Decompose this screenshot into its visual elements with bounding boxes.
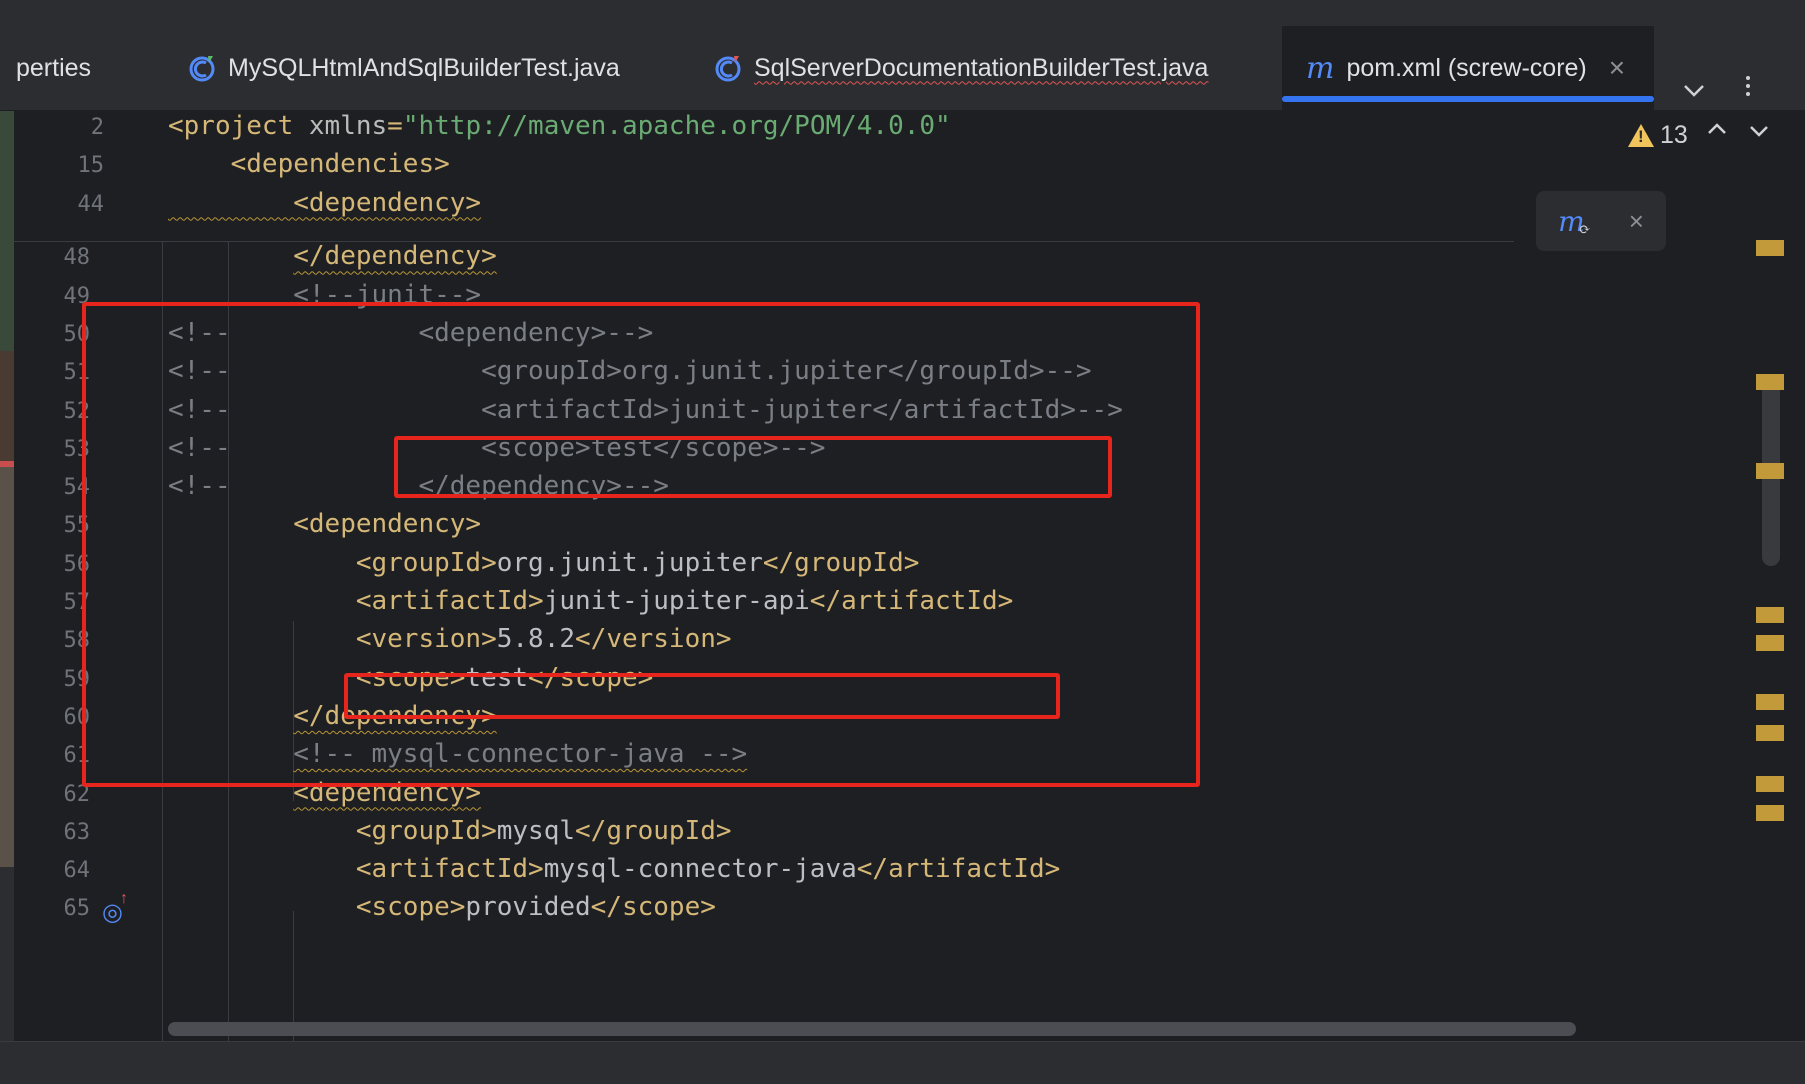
- line-number: 49: [63, 283, 91, 309]
- code-line[interactable]: <project xmlns="http://maven.apache.org/…: [168, 111, 951, 141]
- scroll-marker[interactable]: [1756, 725, 1784, 741]
- code-token: </artifactId>: [856, 854, 1061, 885]
- highlight-box-active-artifact: [344, 673, 1060, 719]
- scroll-marker[interactable]: [1756, 776, 1784, 792]
- code-line[interactable]: <groupId>mysql</groupId>: [168, 816, 732, 846]
- line-number: 64: [63, 858, 91, 884]
- code-line[interactable]: <dependency>: [168, 188, 481, 218]
- line-number: 51: [63, 360, 91, 386]
- code-line[interactable]: <dependencies>: [168, 149, 450, 179]
- previous-highlight-icon[interactable]: [1706, 119, 1728, 147]
- horizontal-scrollbar[interactable]: [168, 1022, 1576, 1036]
- code-token: mysql-connector-java: [543, 854, 857, 885]
- code-token: mysql: [496, 815, 576, 846]
- code-editor[interactable]: 47 <scope>provided</scope>48 </dependenc…: [0, 111, 1805, 1041]
- code-line[interactable]: <artifactId>mysql-connector-java</artifa…: [168, 854, 1060, 884]
- warning-icon: [1628, 124, 1654, 147]
- code-token: =: [387, 111, 403, 141]
- close-tab-icon[interactable]: ×: [1609, 52, 1625, 84]
- code-token: provided: [465, 892, 591, 923]
- maven-reload-popup: m ⟳ ×: [1536, 191, 1666, 251]
- java-test-class-icon: [186, 52, 218, 84]
- line-number: 2: [90, 115, 104, 140]
- sticky-lines-header: 2 <project xmlns="http://maven.apache.org…: [14, 111, 1754, 241]
- close-icon[interactable]: ×: [1629, 206, 1644, 237]
- inspection-widget[interactable]: 13: [1628, 121, 1688, 150]
- scroll-marker[interactable]: [1756, 374, 1784, 390]
- highlight-box-commented-artifact: [394, 436, 1112, 498]
- line-number: 63: [63, 819, 91, 845]
- tab-mysql-html-sql-builder-test[interactable]: MySQLHtmlAndSqlBuilderTest.java: [186, 26, 620, 110]
- change-marker-strip: [0, 111, 14, 1041]
- line-number: 44: [77, 191, 105, 217]
- chevron-down-icon[interactable]: [1682, 78, 1706, 106]
- sticky-lines-separator: [14, 241, 1514, 242]
- line-number: 55: [63, 513, 91, 539]
- line-number: 52: [63, 398, 91, 424]
- title-bar: [0, 0, 1805, 27]
- maven-reload-icon[interactable]: m ⟳: [1558, 205, 1591, 238]
- tab-label: SqlServerDocumentationBuilderTest.java: [754, 53, 1209, 82]
- line-number: 15: [77, 153, 105, 179]
- line-number: 53: [63, 436, 91, 462]
- code-line[interactable]: <scope>provided</scope>: [168, 892, 716, 922]
- code-token: <groupId>: [355, 815, 497, 846]
- scroll-marker[interactable]: [1756, 240, 1784, 256]
- line-number: 62: [63, 781, 91, 807]
- line-number: 60: [63, 704, 91, 730]
- maven-m-icon: m: [1306, 50, 1335, 86]
- line-number: 61: [63, 743, 91, 769]
- code-token: xmlns: [308, 111, 388, 141]
- code-token: <project: [168, 111, 309, 141]
- line-number: 59: [63, 666, 91, 692]
- line-number: 50: [63, 321, 91, 347]
- status-bar: [0, 1041, 1805, 1084]
- scroll-marker[interactable]: [1756, 805, 1784, 821]
- warning-count: 13: [1660, 121, 1688, 149]
- line-number: 56: [63, 551, 91, 577]
- code-token: </groupId>: [575, 815, 732, 846]
- next-highlight-icon[interactable]: [1748, 119, 1770, 147]
- code-token: "http://maven.apache.org/POM/4.0.0": [402, 111, 951, 141]
- line-number: 57: [63, 590, 91, 615]
- line-number: 58: [63, 628, 91, 654]
- tab-pom-xml[interactable]: m pom.xml (screw-core) ×: [1282, 26, 1654, 110]
- scroll-marker[interactable]: [1756, 635, 1784, 651]
- code-token: <artifactId>: [355, 854, 544, 885]
- java-test-class-icon: [712, 52, 744, 84]
- line-number: 48: [63, 245, 91, 271]
- scroll-marker[interactable]: [1756, 607, 1784, 623]
- tab-properties[interactable]: perties: [0, 26, 166, 110]
- scroll-marker[interactable]: [1756, 463, 1784, 479]
- line-number: 65: [63, 896, 91, 922]
- code-line[interactable]: </dependency>: [168, 241, 497, 271]
- code-token: <dependency>: [168, 187, 482, 218]
- code-token: </scope>: [590, 892, 716, 923]
- run-test-gutter-icon[interactable]: ◎ ↑: [102, 890, 128, 927]
- tab-label: perties: [16, 53, 92, 82]
- line-number: 54: [63, 475, 91, 501]
- scroll-marker[interactable]: [1756, 694, 1784, 710]
- active-tab-indicator: [1282, 96, 1654, 102]
- tab-label: pom.xml (screw-core): [1346, 53, 1587, 82]
- tab-sqlserver-documentation-builder-test[interactable]: SqlServerDocumentationBuilderTest.java: [712, 26, 1208, 110]
- code-token: </dependency>: [293, 241, 497, 272]
- code-token: <dependencies>: [168, 149, 450, 180]
- code-token: <scope>: [355, 892, 466, 923]
- editor-tab-bar: perties MySQLHtmlAndSqlBuilderTest.java …: [0, 26, 1805, 111]
- tab-label: MySQLHtmlAndSqlBuilderTest.java: [228, 53, 620, 82]
- more-options-icon[interactable]: [1738, 72, 1758, 106]
